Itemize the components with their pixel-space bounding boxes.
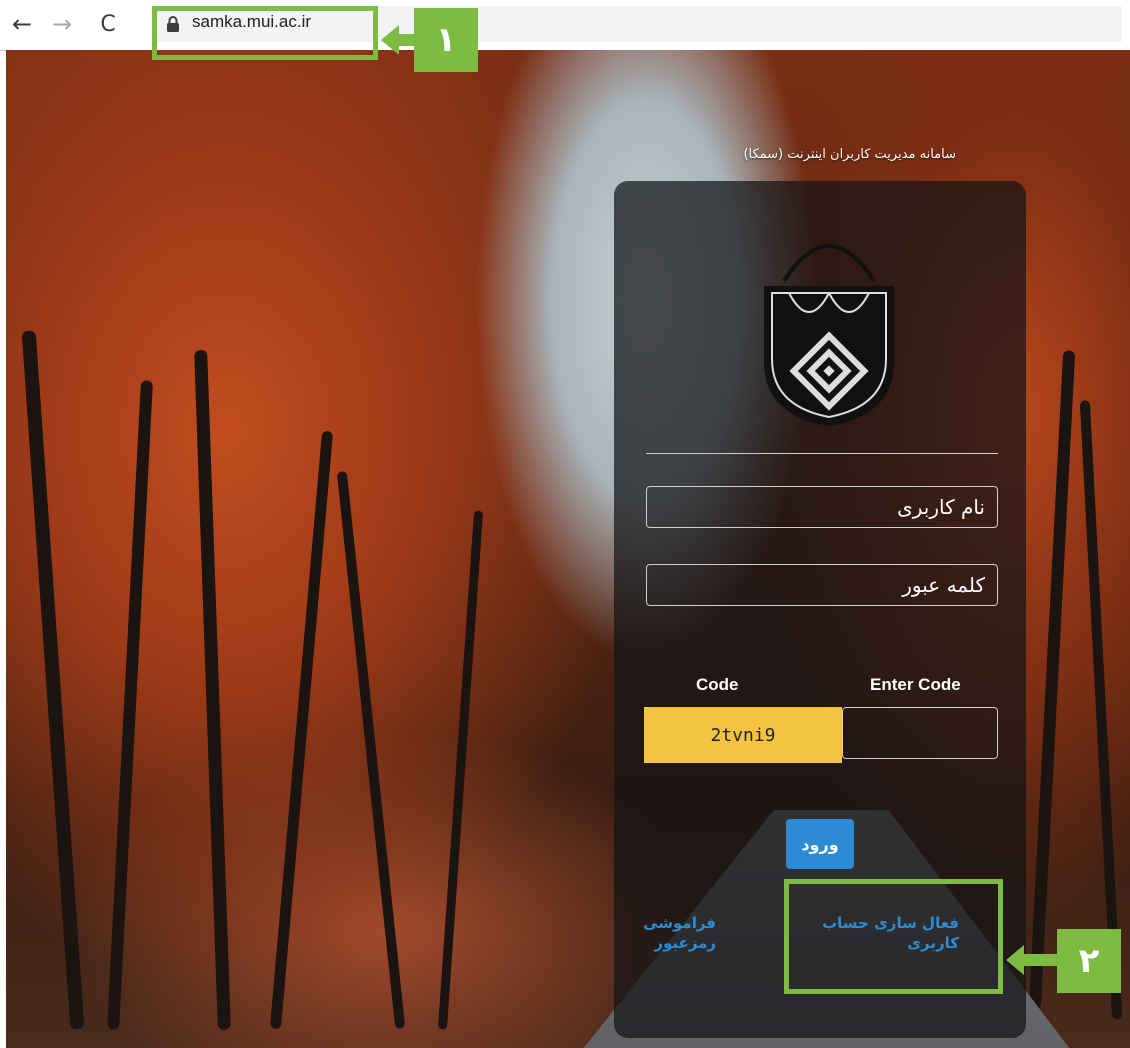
activate-highlight-box xyxy=(784,879,1003,994)
captcha-input[interactable] xyxy=(842,707,998,759)
tree-trunk xyxy=(194,349,231,1031)
arrow-shaft-2 xyxy=(1022,954,1058,966)
code-label: Code xyxy=(696,675,739,694)
tree-trunk xyxy=(1079,400,1123,1020)
tree-trunk xyxy=(269,430,334,1030)
back-button[interactable]: ← xyxy=(6,8,38,40)
reload-button[interactable]: C xyxy=(92,8,124,40)
forward-arrow-icon: → xyxy=(51,10,73,38)
reload-icon: C xyxy=(100,11,116,37)
username-field[interactable] xyxy=(646,486,998,528)
university-logo xyxy=(764,244,894,426)
step-1-badge: ۱ xyxy=(414,8,478,72)
tree-trunk xyxy=(1028,350,1076,1010)
tree-trunk xyxy=(336,471,406,1029)
arrow-left-icon xyxy=(1006,945,1024,975)
enter-code-label: Enter Code xyxy=(870,675,961,694)
tree-trunk xyxy=(106,380,154,1030)
arrow-left-icon xyxy=(381,25,399,55)
back-arrow-icon: ← xyxy=(11,10,33,38)
tree-trunk xyxy=(437,510,484,1030)
forward-button[interactable]: → xyxy=(46,8,78,40)
password-field[interactable] xyxy=(646,564,998,606)
login-button[interactable]: ورود xyxy=(786,819,854,869)
divider xyxy=(646,453,998,454)
app-title: سامانه مدیریت کاربران اینترنت (سمکا) xyxy=(743,147,956,162)
url-highlight-box xyxy=(152,6,378,60)
step-2-badge: ۲ xyxy=(1057,929,1121,993)
tree-trunk xyxy=(21,330,85,1030)
captcha-image: 2tvni9 xyxy=(644,707,842,763)
forgot-password-link[interactable]: فراموشی رمزعبور xyxy=(634,913,716,954)
